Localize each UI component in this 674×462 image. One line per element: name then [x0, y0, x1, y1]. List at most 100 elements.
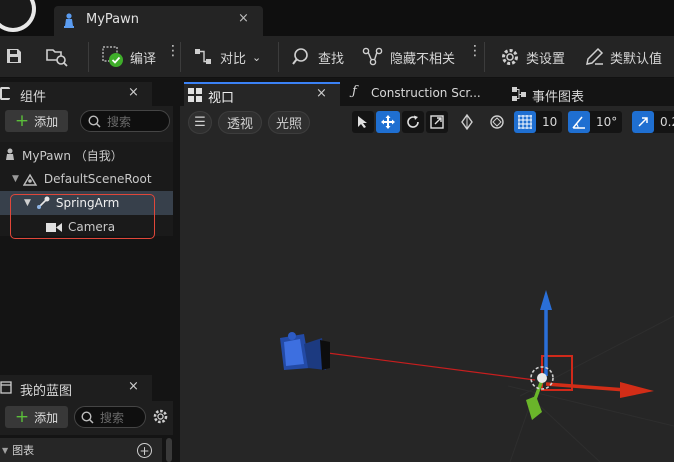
scale-snap-icon [632, 111, 654, 133]
gear-icon[interactable] [152, 408, 169, 425]
add-label: 添加 [34, 114, 59, 129]
add-label: 添加 [34, 410, 59, 425]
diff-icon [195, 49, 211, 64]
viewport[interactable] [180, 106, 674, 462]
tree-item-label: MyPawn （自我） [22, 148, 123, 163]
rotate-tool-button[interactable] [402, 111, 424, 133]
surface-snap-button[interactable] [454, 111, 480, 133]
asset-tab-mypawn[interactable]: MyPawn × [54, 6, 263, 36]
compile-button[interactable]: 编译 [102, 36, 156, 78]
rotate-icon [407, 115, 419, 128]
tab-viewport[interactable]: 视口 × [184, 82, 340, 106]
main-toolbar: 编译 ⋮ 对比 ⌄ 查找 隐藏不相关 ⋮ 类设置 类默认值 [0, 36, 674, 78]
chevron-down-icon: ⌄ [252, 50, 262, 64]
event-graph-icon [512, 87, 526, 101]
translate-tool-button[interactable] [376, 111, 400, 133]
scale-tool-button[interactable] [426, 111, 448, 133]
hide-unrelated-button[interactable]: 隐藏不相关 [362, 36, 455, 78]
save-icon[interactable] [6, 48, 22, 64]
find-label: 查找 [318, 51, 345, 67]
spring-arm-line [319, 351, 536, 381]
close-icon[interactable]: × [316, 86, 327, 101]
camera-mesh[interactable] [280, 332, 330, 370]
components-panel-tab[interactable]: 组件 × [0, 82, 152, 106]
grid-snap-button[interactable]: 10 [514, 111, 562, 133]
class-defaults-button[interactable]: 类默认值 [584, 36, 662, 78]
scale-snap-value: 0.2 [660, 115, 674, 129]
close-icon[interactable]: × [238, 11, 249, 26]
scrollbar[interactable] [166, 438, 172, 462]
find-button[interactable]: 查找 [292, 36, 344, 78]
rotation-snap-button[interactable]: 10° [568, 111, 622, 133]
browse-icon[interactable] [46, 47, 68, 67]
diff-button[interactable]: 对比 ⌄ [194, 36, 261, 78]
my-blueprint-title: 我的蓝图 [20, 384, 73, 399]
pivot-point [537, 373, 547, 383]
hide-unrelated-options-icon[interactable]: ⋮ [468, 44, 482, 58]
expand-arrow-icon: ▼ [12, 174, 19, 184]
viewport-scene[interactable] [180, 106, 674, 462]
tree-item-label: DefaultSceneRoot [43, 172, 152, 186]
gizmo-x-arrow[interactable] [620, 382, 654, 398]
compile-label: 编译 [130, 51, 157, 67]
random-button[interactable] [484, 111, 510, 133]
compile-icon [102, 46, 123, 67]
perspective-button[interactable]: 透视 [218, 111, 262, 134]
surface-snap-icon [461, 114, 473, 130]
pawn-icon [6, 148, 14, 160]
world-icon [490, 115, 504, 129]
unreal-logo-icon[interactable] [0, 0, 36, 32]
tab-event-graph[interactable]: 事件图表 [504, 82, 674, 106]
tab-construction-script-label: Construction Scr... [371, 86, 481, 100]
angle-icon [568, 111, 590, 133]
book-icon [0, 381, 12, 394]
graphs-section-label: 图表 [12, 444, 35, 457]
scale-snap-button[interactable]: 0.2 [632, 111, 674, 133]
lit-mode-button[interactable]: 光照 [268, 111, 310, 134]
title-bar: MyPawn × [0, 0, 674, 36]
viewport-menu-button[interactable]: ☰ [188, 111, 212, 134]
components-title: 组件 [20, 90, 47, 105]
move-icon [381, 115, 395, 129]
search-placeholder: 搜索 [107, 114, 132, 129]
components-icon [0, 87, 10, 100]
close-icon[interactable]: × [128, 85, 139, 100]
class-settings-label: 类设置 [526, 51, 566, 67]
class-settings-button[interactable]: 类设置 [500, 36, 565, 78]
close-icon[interactable]: × [128, 379, 139, 394]
pawn-icon [64, 13, 74, 28]
tab-event-graph-label: 事件图表 [532, 90, 585, 105]
selection-highlight-box [10, 194, 155, 239]
my-blueprint-panel-tab[interactable]: 我的蓝图 × [0, 375, 152, 401]
compile-options-icon[interactable]: ⋮ [166, 44, 180, 58]
class-defaults-label: 类默认值 [610, 51, 663, 67]
select-tool-button[interactable] [352, 111, 374, 133]
gizmo-z-arrow[interactable] [540, 290, 552, 310]
tree-item-defaultsceneroot[interactable]: ▼ DefaultSceneRoot [0, 167, 173, 191]
function-icon: ƒ [352, 84, 357, 99]
grid-icon [514, 111, 536, 133]
hide-unrelated-icon [362, 47, 383, 66]
expand-arrow-icon: ▼ [2, 445, 9, 455]
gizmo-y-arrow[interactable] [526, 396, 542, 420]
search-icon [81, 410, 94, 424]
rotation-snap-value: 10° [596, 115, 618, 129]
gear-icon [502, 49, 518, 65]
lit-label: 光照 [275, 117, 302, 132]
add-component-button[interactable]: + 添加 [5, 110, 68, 132]
plus-icon: + [14, 111, 30, 131]
add-graph-icon[interactable]: + [137, 443, 152, 458]
blueprint-search-input[interactable]: 搜索 [74, 406, 146, 428]
grid-snap-value: 10 [542, 115, 558, 129]
tab-construction-script[interactable]: ƒ Construction Scr... [344, 82, 500, 106]
search-icon [88, 114, 101, 128]
components-search-input[interactable]: 搜索 [80, 110, 170, 132]
cursor-icon [358, 116, 367, 128]
perspective-label: 透视 [226, 117, 253, 132]
plus-icon: + [14, 407, 30, 427]
scene-root-icon [22, 173, 38, 186]
find-icon [292, 48, 308, 65]
tab-viewport-label: 视口 [208, 91, 235, 106]
add-member-button[interactable]: + 添加 [5, 406, 68, 428]
tree-item-mypawn[interactable]: MyPawn （自我） [0, 143, 173, 167]
